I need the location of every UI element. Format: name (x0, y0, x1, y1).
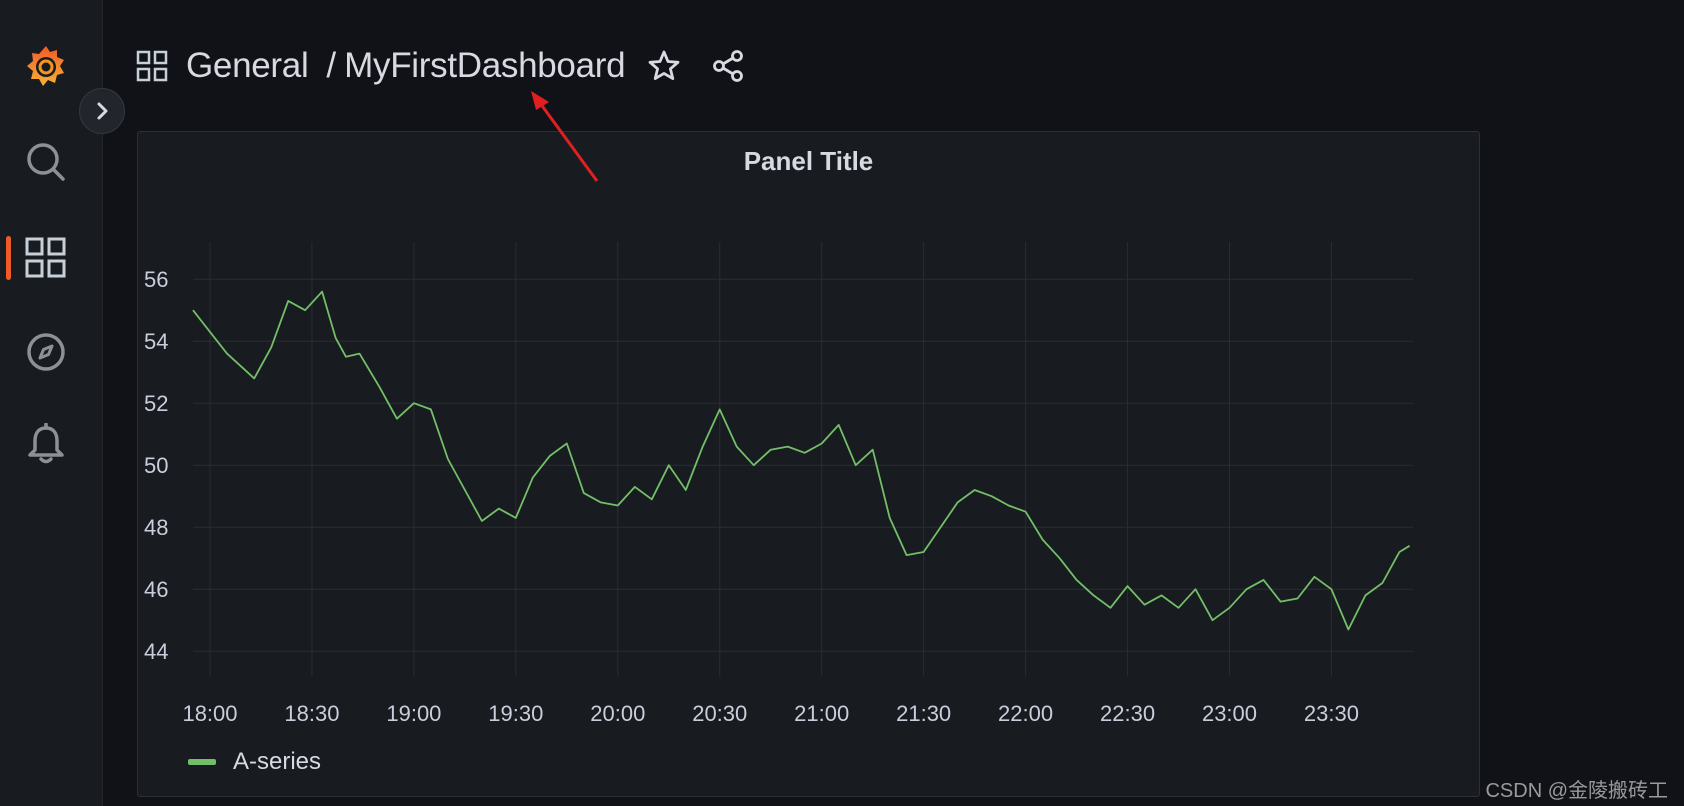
panel: Panel Title 44 46 48 50 52 56 54 18:00 18:30 19:0… (137, 131, 1480, 797)
y-tick-label: 52 (144, 391, 168, 416)
dashboard-grid-icon (136, 50, 168, 82)
breadcrumb-separator: / (326, 46, 337, 85)
x-tick-label: 23:00 (1202, 701, 1257, 726)
legend-swatch (188, 759, 216, 765)
y-tick-label: 50 (144, 453, 168, 478)
legend-item[interactable]: A-series (188, 748, 321, 776)
share-icon[interactable] (711, 49, 745, 83)
breadcrumb-folder[interactable]: General (186, 46, 309, 86)
active-indicator (6, 236, 11, 280)
dashboard-title[interactable]: MyFirstDashboard (344, 46, 625, 86)
grafana-logo-icon[interactable] (24, 45, 68, 89)
search-icon[interactable] (24, 140, 68, 184)
x-tick-label: 23:30 (1304, 701, 1359, 726)
alerting-bell-icon[interactable] (24, 422, 68, 466)
x-tick-label: 18:30 (284, 701, 339, 726)
x-tick-label: 18:00 (182, 701, 237, 726)
x-tick-label: 22:00 (998, 701, 1053, 726)
y-tick-label: 54 (144, 329, 168, 354)
y-tick-label: 44 (144, 639, 168, 664)
y-tick-label: 48 (144, 515, 168, 540)
time-series-chart[interactable]: 44 46 48 50 52 56 54 18:00 18:30 19:00 19:30 20:00 2… (138, 132, 1479, 732)
explore-icon[interactable] (24, 330, 68, 374)
legend-label: A-series (233, 748, 322, 775)
x-tick-label: 20:00 (590, 701, 645, 726)
star-icon[interactable] (647, 49, 681, 83)
watermark: CSDN @金陵搬砖工 (1485, 780, 1668, 802)
x-tick-label: 20:30 (692, 701, 747, 726)
x-tick-label: 22:30 (1100, 701, 1155, 726)
breadcrumb: General / MyFirstDashboard (136, 40, 745, 92)
chevron-right-icon (97, 102, 108, 120)
y-tick-label: 56 (144, 267, 168, 292)
x-tick-label: 19:00 (386, 701, 441, 726)
x-tick-label: 19:30 (488, 701, 543, 726)
x-tick-label: 21:30 (896, 701, 951, 726)
series-line-a-series (192, 290, 1411, 631)
sidebar-expand-button[interactable] (79, 88, 125, 134)
dashboards-icon[interactable] (24, 236, 68, 280)
y-tick-label: 46 (144, 577, 168, 602)
x-tick-label: 21:00 (794, 701, 849, 726)
